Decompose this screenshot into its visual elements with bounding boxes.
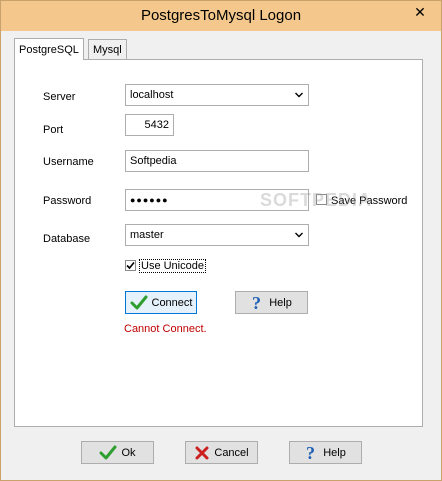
cancel-button[interactable]: Cancel bbox=[185, 441, 258, 464]
use-unicode-checkbox[interactable] bbox=[125, 260, 136, 271]
help-label: Help bbox=[323, 446, 346, 459]
svg-text:?: ? bbox=[252, 294, 261, 311]
connection-status: Cannot Connect. bbox=[124, 323, 207, 335]
title-bar[interactable]: PostgresToMysql Logon ✕ bbox=[1, 1, 441, 31]
password-label: Password bbox=[43, 195, 92, 207]
username-value: Softpedia bbox=[130, 155, 177, 167]
tab-label: PostgreSQL bbox=[19, 43, 79, 56]
footer-help-button[interactable]: ? Help bbox=[289, 441, 362, 464]
port-input[interactable]: 5432 bbox=[125, 114, 174, 136]
svg-text:?: ? bbox=[306, 444, 315, 461]
watermark-text: SOFTPEDIA bbox=[260, 190, 373, 210]
password-value: ●●●●●● bbox=[130, 195, 169, 205]
help-label: Help bbox=[269, 296, 292, 309]
cancel-x-icon bbox=[195, 446, 209, 459]
checkmark-icon bbox=[126, 261, 135, 270]
port-label: Port bbox=[43, 124, 64, 136]
checkmark-icon bbox=[130, 295, 147, 309]
window-title: PostgresToMysql Logon bbox=[140, 7, 302, 24]
username-label: Username bbox=[43, 156, 94, 168]
database-label: Database bbox=[43, 233, 91, 245]
port-value: 5432 bbox=[144, 119, 169, 131]
database-combobox[interactable]: master bbox=[125, 224, 309, 246]
postgresql-tab-panel: Server localhost Port 5432 Username Soft… bbox=[14, 59, 423, 427]
help-icon: ? bbox=[252, 294, 261, 311]
help-icon: ? bbox=[306, 444, 315, 461]
connect-label: Connect bbox=[151, 296, 193, 309]
tab-mysql[interactable]: Mysql bbox=[88, 39, 127, 59]
logon-window: PostgresToMysql Logon ✕ PostgreSQL Mysql… bbox=[0, 0, 442, 481]
connect-button[interactable]: Connect bbox=[125, 291, 197, 314]
help-button[interactable]: ? Help bbox=[235, 291, 308, 314]
ok-button[interactable]: Ok bbox=[81, 441, 154, 464]
username-input[interactable]: Softpedia bbox=[125, 150, 309, 172]
server-combobox[interactable]: localhost bbox=[125, 84, 309, 106]
tab-postgresql[interactable]: PostgreSQL bbox=[14, 38, 84, 60]
ok-label: Ok bbox=[121, 446, 136, 459]
server-value: localhost bbox=[130, 89, 174, 101]
close-button[interactable]: ✕ bbox=[405, 1, 435, 23]
cancel-label: Cancel bbox=[214, 446, 249, 459]
use-unicode-label[interactable]: Use Unicode bbox=[139, 259, 206, 273]
close-icon: ✕ bbox=[414, 3, 426, 20]
server-label: Server bbox=[43, 91, 76, 103]
checkmark-icon bbox=[99, 445, 117, 459]
dialog-body: PostgreSQL Mysql Server localhost Port 5… bbox=[9, 31, 433, 472]
tab-label: Mysql bbox=[93, 43, 122, 56]
chevron-down-icon[interactable] bbox=[294, 90, 304, 100]
chevron-down-icon[interactable] bbox=[294, 230, 304, 240]
database-value: master bbox=[130, 229, 164, 241]
